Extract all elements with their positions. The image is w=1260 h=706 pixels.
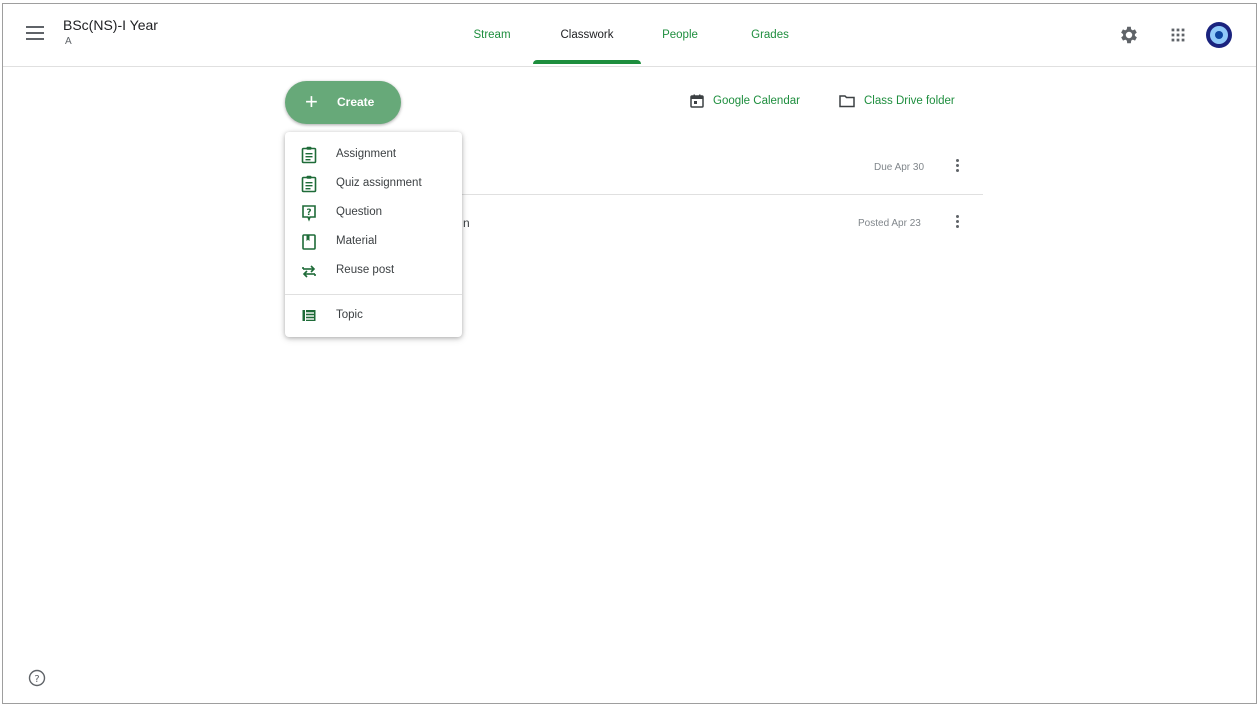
app-window: BSc(NS)-I Year A Stream Classwork People… bbox=[2, 3, 1257, 704]
folder-icon bbox=[839, 95, 855, 108]
menu-item-reuse-post[interactable]: Reuse post bbox=[285, 257, 462, 285]
class-name[interactable]: BSc(NS)-I Year bbox=[63, 17, 158, 33]
tab-stream[interactable]: Stream bbox=[459, 4, 525, 66]
menu-divider bbox=[285, 294, 462, 295]
tab-grades[interactable]: Grades bbox=[739, 4, 801, 66]
more-options-icon[interactable] bbox=[952, 215, 962, 235]
menu-item-question[interactable]: ? Question bbox=[285, 199, 462, 227]
avatar[interactable] bbox=[1206, 22, 1232, 48]
tab-classwork[interactable]: Classwork bbox=[533, 4, 641, 66]
top-app-bar: BSc(NS)-I Year A Stream Classwork People… bbox=[3, 4, 1256, 67]
active-tab-indicator bbox=[533, 60, 641, 64]
plus-icon: + bbox=[305, 89, 318, 114]
class-section: A bbox=[65, 36, 72, 47]
row-due-date: Due Apr 30 bbox=[874, 162, 925, 173]
menu-item-topic[interactable]: Topic bbox=[285, 302, 462, 330]
help-icon[interactable]: ? bbox=[27, 668, 47, 688]
row-title[interactable]: n bbox=[463, 216, 470, 230]
menu-item-label: Reuse post bbox=[336, 264, 395, 276]
menu-item-label: Quiz assignment bbox=[336, 177, 422, 189]
menu-item-material[interactable]: Material bbox=[285, 228, 462, 256]
topic-icon bbox=[302, 310, 316, 321]
menu-item-label: Topic bbox=[336, 309, 363, 321]
menu-item-quiz-assignment[interactable]: Quiz assignment bbox=[285, 170, 462, 198]
question-icon: ? bbox=[302, 205, 316, 222]
apps-grid-icon[interactable] bbox=[1167, 24, 1189, 46]
gear-icon[interactable] bbox=[1118, 24, 1140, 46]
quiz-assignment-icon bbox=[301, 175, 317, 193]
menu-item-label: Assignment bbox=[336, 148, 397, 160]
assignment-icon bbox=[301, 146, 317, 164]
row-posted-date: Posted Apr 23 bbox=[858, 218, 921, 229]
menu-item-label: Material bbox=[336, 235, 377, 247]
create-label: Create bbox=[337, 95, 375, 109]
class-drive-folder-link[interactable]: Class Drive folder bbox=[838, 91, 955, 111]
menu-icon[interactable] bbox=[26, 26, 44, 40]
reuse-post-icon bbox=[302, 265, 316, 278]
material-icon bbox=[302, 234, 316, 250]
menu-item-assignment[interactable]: Assignment bbox=[285, 141, 462, 169]
row-divider bbox=[443, 194, 983, 195]
calendar-icon bbox=[690, 94, 704, 108]
svg-text:?: ? bbox=[34, 674, 39, 685]
class-drive-folder-label: Class Drive folder bbox=[864, 95, 955, 107]
google-calendar-link[interactable]: Google Calendar bbox=[689, 91, 800, 111]
svg-text:?: ? bbox=[306, 208, 311, 218]
google-calendar-label: Google Calendar bbox=[713, 95, 800, 107]
create-menu: Assignment Quiz assignment ? Question Ma… bbox=[285, 132, 462, 337]
create-button[interactable]: + Create bbox=[285, 81, 401, 124]
more-options-icon[interactable] bbox=[952, 159, 962, 179]
tab-people[interactable]: People bbox=[653, 4, 707, 66]
menu-item-label: Question bbox=[336, 206, 383, 218]
